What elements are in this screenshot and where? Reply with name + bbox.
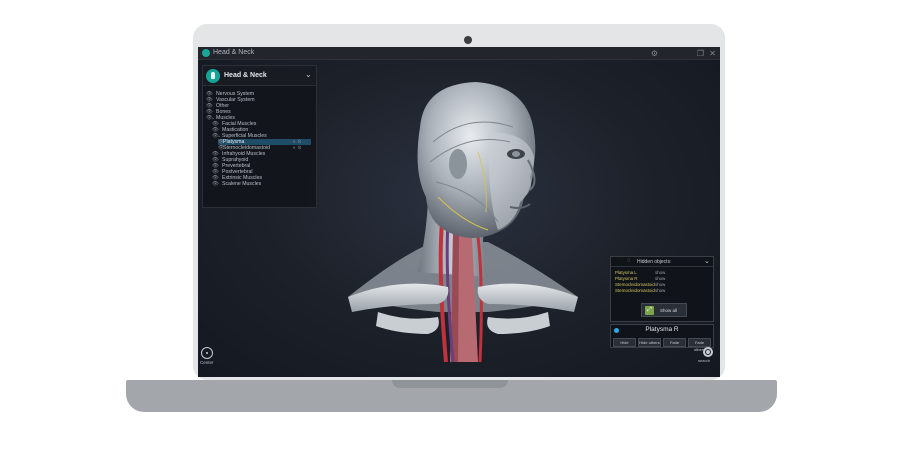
center-view-icon[interactable] [201,347,213,359]
hidden-item-name: Platysma L [615,270,637,275]
hidden-item-name: Sternocleidomastoid [615,288,655,293]
search-label: search [698,358,711,363]
hidden-item-name: Platysma R [615,276,638,281]
hidden-objects-title: Hidden objects: [637,259,672,265]
anatomy-3d-model[interactable] [338,72,588,372]
show-link[interactable]: show [655,288,665,293]
show-link[interactable]: show [655,282,665,287]
hide-others-button[interactable]: Hide others [638,338,661,347]
chevron-down-icon[interactable]: ⌄ [704,257,710,265]
eye-hidden-icon: ◌ [627,258,631,264]
search-icon[interactable] [703,347,713,357]
show-link[interactable]: show [655,276,665,281]
webcam [464,36,472,44]
tree-item-scalene-muscles[interactable]: 👁› Scalene Muscles [212,181,261,187]
show-all-button[interactable]: ⤢ Show all [641,303,687,317]
fade-button[interactable]: Fade [663,338,686,347]
window-title: Head & Neck [213,49,255,56]
app-screen: Head & Neck ⚙ ❐ ✕ Head & Neck ⌄ 👁› Nervou… [198,47,720,377]
panel-header[interactable]: Head & Neck ⌄ [203,66,316,86]
show-all-label: Show all [660,308,678,313]
fade-others-button[interactable]: Fade others [688,338,711,352]
hidden-objects-panel: ◌ Hidden objects: ⌄ Platysma L show Plat… [610,256,714,322]
show-all-icon: ⤢ [645,306,654,315]
app-logo-icon [202,49,210,57]
title-bar: Head & Neck ⚙ ❐ ✕ [198,47,720,60]
settings-icon[interactable]: ⚙ [650,49,659,58]
structure-tree-panel: Head & Neck ⌄ 👁› Nervous System 👁› Vascula… [202,65,317,208]
center-label: Center [200,360,214,365]
chevron-down-icon[interactable]: ⌄ [305,70,312,79]
restore-window-icon[interactable]: ❐ [696,49,705,58]
laptop-notch [392,380,508,388]
panel-title: Head & Neck [224,72,267,79]
show-link[interactable]: show [655,270,665,275]
selection-panel: Platysma R Hide Hide others Fade Fade ot… [610,324,714,352]
hidden-item-name: Sternocleidomastoid [615,282,655,287]
head-neck-icon [206,69,220,83]
hide-button[interactable]: Hide [613,338,636,347]
visibility-toggle-icon[interactable]: ◐ ⊙ [293,145,302,151]
selection-title: Platysma R [645,326,679,333]
close-icon[interactable]: ✕ [708,49,717,58]
hidden-objects-header[interactable]: ◌ Hidden objects: ⌄ [611,257,713,267]
